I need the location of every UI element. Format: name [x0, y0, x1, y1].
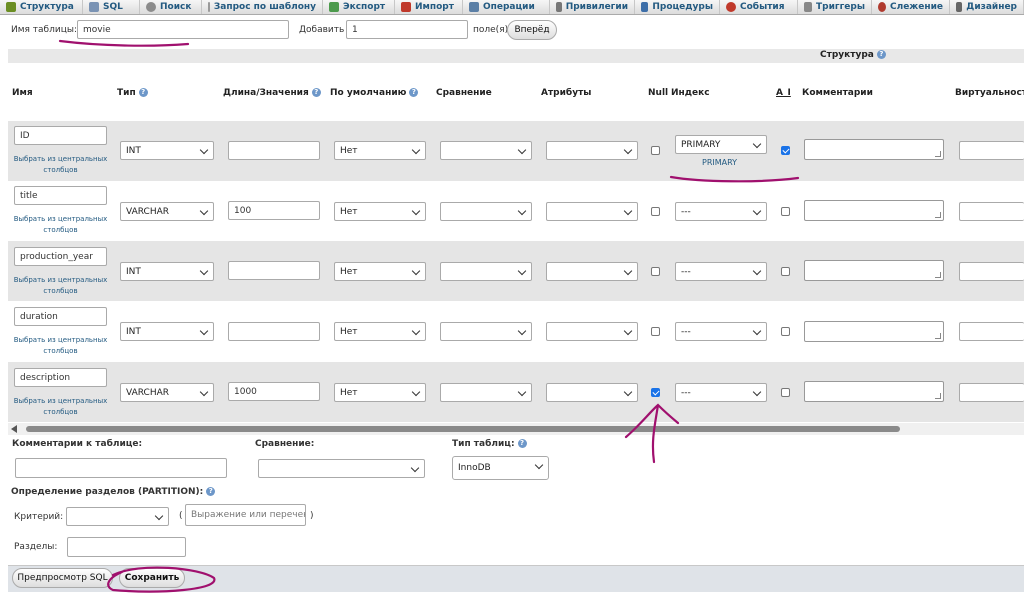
arrow-annotation	[624, 403, 680, 464]
underline-annotation	[669, 175, 800, 183]
underline-annotation	[58, 39, 190, 47]
annotation-overlay	[58, 39, 800, 593]
circle-annotation	[107, 566, 216, 593]
